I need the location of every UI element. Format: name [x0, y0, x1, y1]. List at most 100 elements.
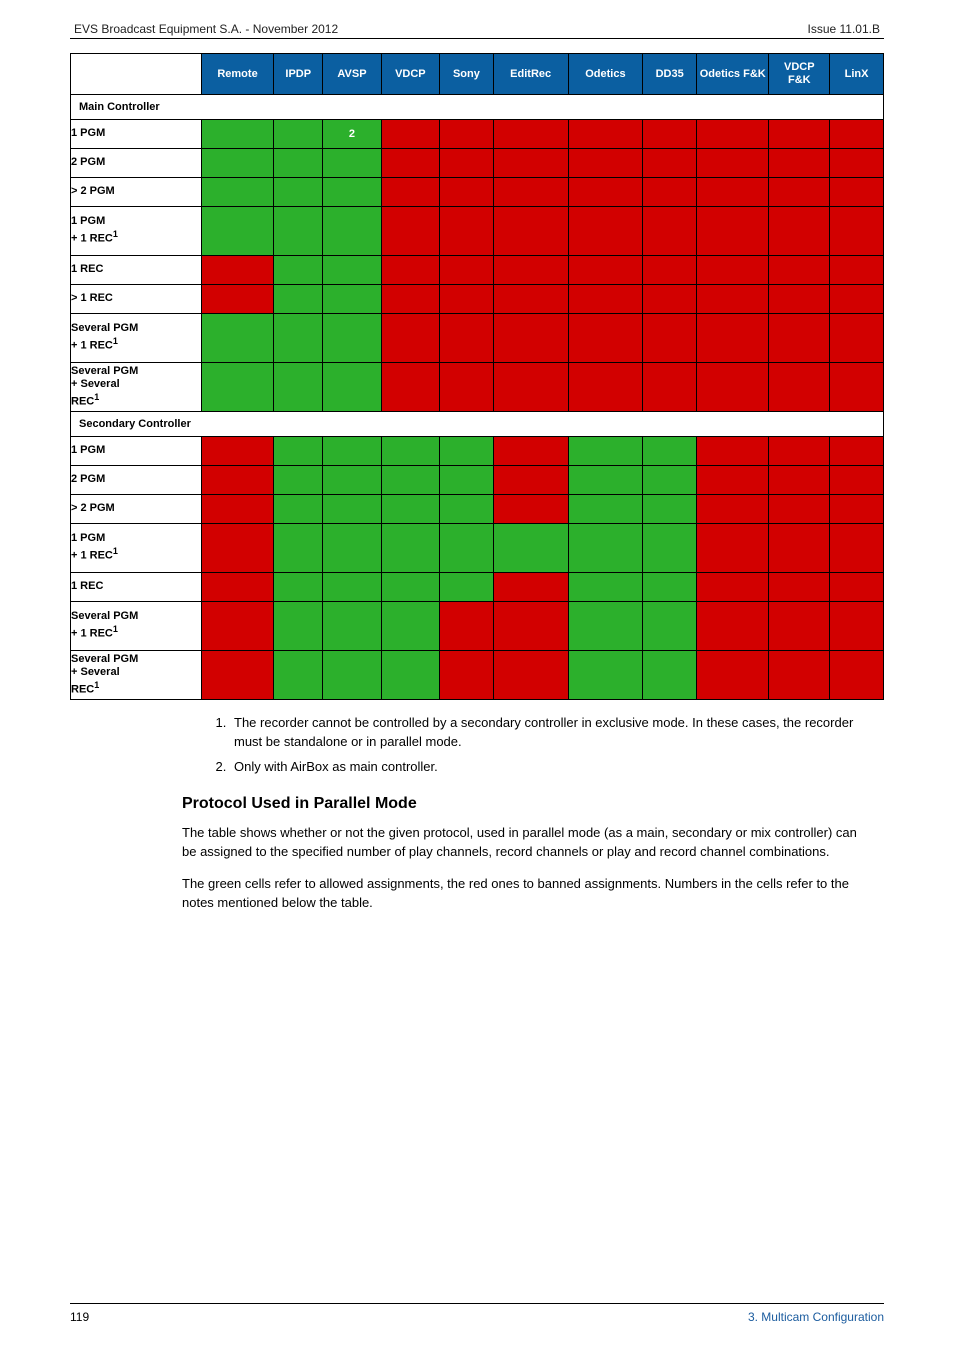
table-header-row: Remote IPDP AVSP VDCP Sony EditRec Odeti…: [71, 54, 884, 95]
matrix-cell: [440, 524, 494, 573]
matrix-cell: [440, 256, 494, 285]
matrix-cell: [568, 314, 643, 363]
matrix-cell: [568, 437, 643, 466]
table-row: Several PGM+ SeveralREC1: [71, 363, 884, 412]
footnote-2: Only with AirBox as main controller.: [230, 758, 884, 777]
matrix-cell: [493, 651, 568, 700]
matrix-cell: [697, 573, 769, 602]
matrix-cell: [274, 602, 323, 651]
matrix-cell: [697, 651, 769, 700]
matrix-cell: [323, 314, 381, 363]
matrix-cell: [643, 149, 697, 178]
section-title: Secondary Controller: [71, 412, 884, 437]
section-title: Main Controller: [71, 95, 884, 120]
matrix-cell: [201, 466, 273, 495]
matrix-cell: [274, 524, 323, 573]
table-row: Several PGM+ 1 REC1: [71, 314, 884, 363]
matrix-cell: [769, 573, 830, 602]
matrix-cell: [381, 285, 439, 314]
matrix-cell: [493, 207, 568, 256]
page-footer: 119 3. Multicam Configuration: [70, 1303, 884, 1324]
col-vdcp: VDCP: [381, 54, 439, 95]
row-label: Several PGM+ 1 REC1: [71, 602, 202, 651]
matrix-cell: [381, 573, 439, 602]
row-label: 1 REC: [71, 256, 202, 285]
matrix-cell: [643, 437, 697, 466]
matrix-cell: [697, 363, 769, 412]
matrix-cell: [643, 651, 697, 700]
matrix-cell: [697, 466, 769, 495]
matrix-cell: [493, 178, 568, 207]
matrix-cell: [274, 120, 323, 149]
col-avsp: AVSP: [323, 54, 381, 95]
matrix-cell: [274, 178, 323, 207]
matrix-cell: [323, 256, 381, 285]
matrix-cell: [493, 524, 568, 573]
table-row: 2 PGM: [71, 466, 884, 495]
matrix-cell: [201, 314, 273, 363]
row-label: > 2 PGM: [71, 178, 202, 207]
section-row: Secondary Controller: [71, 412, 884, 437]
matrix-cell: [568, 524, 643, 573]
matrix-cell: [769, 495, 830, 524]
section-row: Main Controller: [71, 95, 884, 120]
matrix-cell: [493, 256, 568, 285]
matrix-cell: [643, 120, 697, 149]
matrix-cell: [201, 573, 273, 602]
matrix-cell: [440, 120, 494, 149]
matrix-cell: [697, 437, 769, 466]
matrix-cell: [440, 149, 494, 178]
matrix-cell: [568, 120, 643, 149]
matrix-cell: [274, 495, 323, 524]
matrix-cell: [274, 285, 323, 314]
matrix-cell: [830, 285, 884, 314]
table-row: 1 REC: [71, 256, 884, 285]
matrix-cell: [323, 602, 381, 651]
matrix-cell: [697, 524, 769, 573]
matrix-cell: [381, 120, 439, 149]
row-label: 1 PGM: [71, 437, 202, 466]
matrix-cell: [274, 466, 323, 495]
matrix-cell: [323, 651, 381, 700]
row-label: 1 REC: [71, 573, 202, 602]
matrix-cell: [381, 437, 439, 466]
matrix-cell: [381, 651, 439, 700]
table-row: Several PGM+ 1 REC1: [71, 602, 884, 651]
matrix-cell: [201, 495, 273, 524]
matrix-cell: [440, 651, 494, 700]
matrix-cell: [493, 602, 568, 651]
matrix-cell: [440, 437, 494, 466]
col-vdcp-fk: VDCP F&K: [769, 54, 830, 95]
matrix-cell: [440, 207, 494, 256]
matrix-cell: [568, 256, 643, 285]
matrix-cell: [830, 256, 884, 285]
matrix-cell: [769, 314, 830, 363]
matrix-cell: [568, 207, 643, 256]
matrix-cell: [274, 314, 323, 363]
matrix-cell: [568, 495, 643, 524]
matrix-cell: [697, 149, 769, 178]
table-row: > 2 PGM: [71, 495, 884, 524]
matrix-cell: [440, 466, 494, 495]
col-remote: Remote: [201, 54, 273, 95]
matrix-cell: [323, 524, 381, 573]
matrix-cell: [381, 207, 439, 256]
matrix-cell: [830, 573, 884, 602]
matrix-cell: [381, 256, 439, 285]
row-label: 1 PGM+ 1 REC1: [71, 524, 202, 573]
table-row: 2 PGM: [71, 149, 884, 178]
matrix-cell: 2: [323, 120, 381, 149]
matrix-cell: [201, 651, 273, 700]
matrix-cell: [323, 495, 381, 524]
body-para-2: The green cells refer to allowed assignm…: [182, 874, 862, 913]
matrix-cell: [440, 573, 494, 602]
section-subhead: Protocol Used in Parallel Mode: [182, 795, 884, 813]
matrix-cell: [769, 149, 830, 178]
col-ipdp: IPDP: [274, 54, 323, 95]
col-sony: Sony: [440, 54, 494, 95]
matrix-cell: [830, 524, 884, 573]
matrix-cell: [274, 573, 323, 602]
matrix-cell: [381, 314, 439, 363]
table-row: 1 PGM+ 1 REC1: [71, 207, 884, 256]
matrix-cell: [643, 573, 697, 602]
